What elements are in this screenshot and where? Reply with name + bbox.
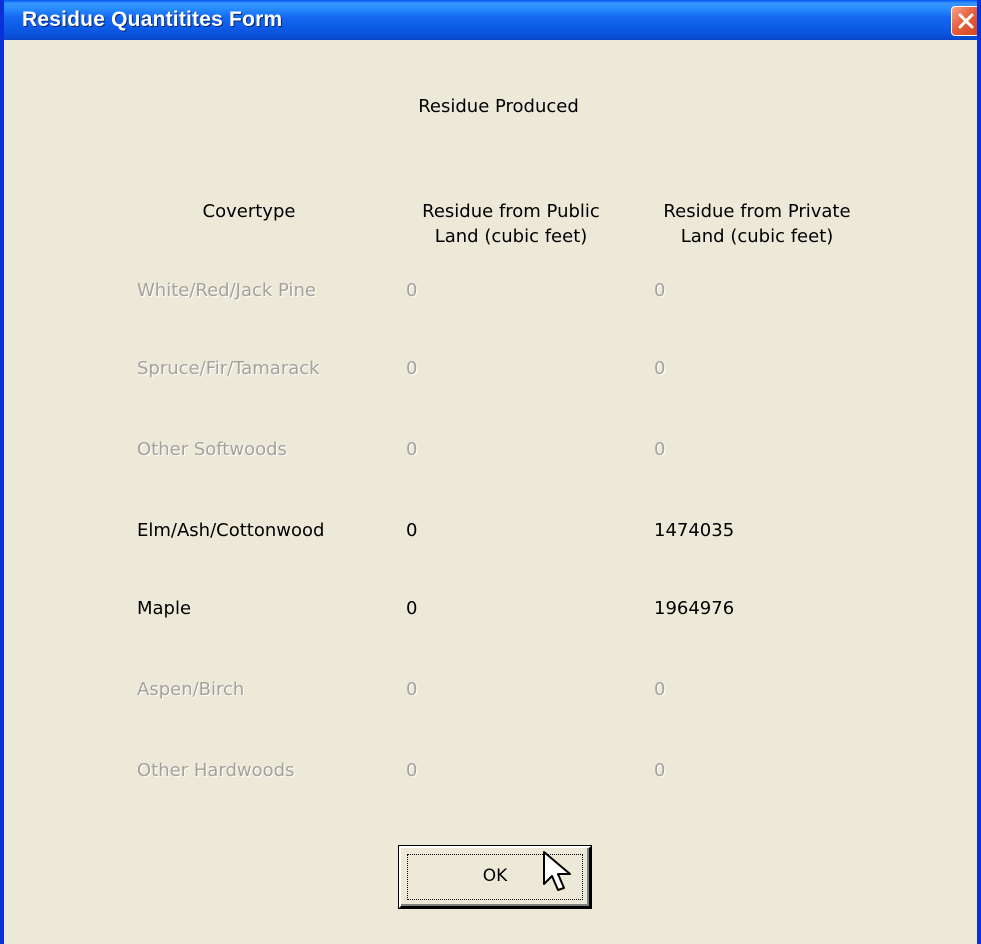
private-residue-value: 0 (654, 358, 666, 379)
heading-text: Residue Produced (418, 96, 579, 117)
public-residue-value: 0 (406, 520, 418, 541)
covertype-label: White/Red/Jack Pine (137, 280, 316, 301)
private-residue-value: 1474035 (654, 520, 735, 541)
public-residue-value: 0 (406, 439, 418, 460)
close-icon (958, 13, 974, 29)
public-residue-value: 0 (406, 679, 418, 700)
close-button[interactable] (951, 6, 977, 36)
public-residue-value: 0 (406, 598, 418, 619)
column-header-private: Residue from Private Land (cubic feet) (663, 201, 851, 247)
mouse-cursor-icon (543, 851, 571, 891)
section-heading: Residue Produced (4, 96, 977, 117)
public-residue-value: 0 (406, 760, 418, 781)
public-residue-value: 0 (406, 358, 418, 379)
covertype-label: Spruce/Fir/Tamarack (137, 358, 320, 379)
public-residue-value: 0 (406, 280, 418, 301)
private-residue-value: 0 (654, 280, 666, 301)
private-residue-value: 1964976 (654, 598, 735, 619)
private-residue-value: 0 (654, 679, 666, 700)
private-residue-value: 0 (654, 439, 666, 460)
covertype-label: Maple (137, 598, 192, 619)
covertype-label: Other Hardwoods (137, 760, 295, 781)
column-header-covertype: Covertype (202, 201, 296, 222)
residue-quantities-window: Residue Quantitites Form Residue Produce… (0, 0, 981, 944)
private-residue-value: 0 (654, 760, 666, 781)
column-header-public: Residue from Public Land (cubic feet) (422, 201, 600, 247)
covertype-label: Other Softwoods (137, 439, 287, 460)
title-bar[interactable]: Residue Quantitites Form (4, 0, 977, 40)
covertype-label: Aspen/Birch (137, 679, 245, 700)
covertype-label: Elm/Ash/Cottonwood (137, 520, 325, 541)
window-title: Residue Quantitites Form (22, 8, 283, 31)
